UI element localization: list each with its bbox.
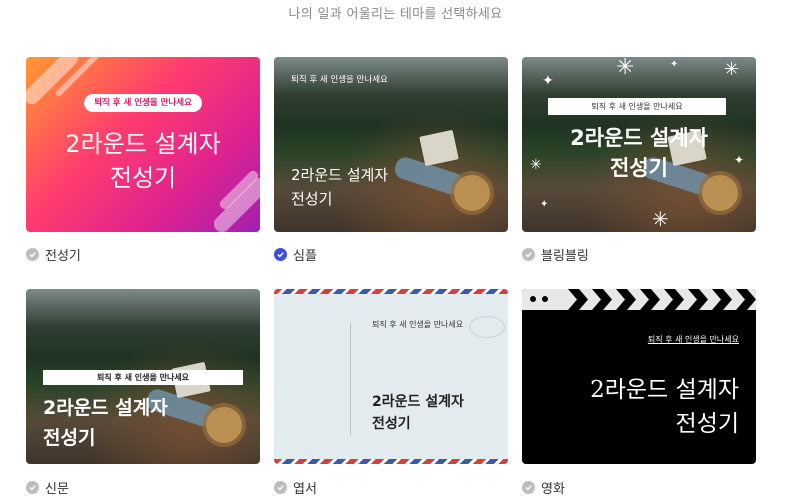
preview-title: 2라운드 설계자 전성기 [372, 394, 464, 432]
preview-title: 2라운드 설계자 전성기 [65, 130, 221, 192]
theme-card-jeonseonggi[interactable]: 퇴직 후 새 인생을 만나세요 2라운드 설계자 전성기 [26, 57, 260, 232]
check-icon [274, 480, 287, 494]
photo-hat [454, 175, 490, 211]
preview-title: 2라운드 설계자 전성기 [43, 397, 168, 449]
theme-name: 심플 [293, 248, 317, 264]
sparkle-icon: ✦ [670, 59, 679, 70]
check-icon [26, 480, 39, 494]
theme-name: 전성기 [45, 248, 81, 264]
photo-hat [206, 407, 242, 443]
tagline-band: 퇴직 후 새 인생을 만나세요 [43, 370, 243, 385]
preview-title: 2라운드 설계자 전성기 [570, 126, 708, 180]
airmail-border [274, 289, 508, 294]
postmark-icon [469, 316, 505, 338]
theme-option-movie[interactable]: 영화 [522, 478, 565, 497]
airmail-border [274, 459, 508, 464]
sparkle-icon: ✳ [652, 207, 669, 231]
tagline-text: 퇴직 후 새 인생을 만나세요 [291, 75, 388, 85]
sparkle-icon: ✳ [616, 57, 635, 80]
theme-option-newspaper[interactable]: 신문 [26, 478, 69, 497]
photo-book [419, 129, 459, 167]
tagline-pill: 퇴직 후 새 인생을 만나세요 [84, 94, 202, 112]
theme-option-jeonseonggi[interactable]: 전성기 [26, 245, 81, 264]
preview-title: 2라운드 설계자 전성기 [590, 377, 739, 437]
clapboard-icon [522, 289, 756, 310]
divider [350, 323, 351, 435]
theme-name: 블링블링 [541, 248, 589, 264]
check-icon [26, 247, 39, 261]
theme-card-postcard[interactable]: 퇴직 후 새 인생을 만나세요 2라운드 설계자 전성기 [274, 289, 508, 464]
sparkle-icon: ✦ [540, 199, 549, 210]
theme-name: 영화 [541, 481, 565, 497]
tagline-text: 퇴직 후 새 인생을 만나세요 [647, 335, 739, 344]
theme-card-simple[interactable]: 퇴직 후 새 인생을 만나세요 2라운드 설계자 전성기 [274, 57, 508, 232]
theme-name: 엽서 [293, 481, 317, 497]
tagline-text: 퇴직 후 새 인생을 만나세요 [372, 320, 464, 329]
sparkle-icon: ✳ [724, 59, 740, 80]
check-icon [522, 480, 535, 494]
sparkle-icon: ✦ [542, 73, 554, 89]
theme-name: 신문 [45, 481, 69, 497]
check-icon [274, 247, 287, 261]
preview-title: 2라운드 설계자 전성기 [291, 166, 389, 208]
theme-option-blingbling[interactable]: 블링블링 [522, 245, 589, 264]
theme-card-newspaper[interactable]: 퇴직 후 새 인생을 만나세요 2라운드 설계자 전성기 [26, 289, 260, 464]
tagline-banner: 퇴직 후 새 인생을 만나세요 [548, 98, 726, 115]
theme-card-blingbling[interactable]: ✳ ✳ ✦ ✦ ✳ ✦ ✳ ✦ 퇴직 후 새 인생을 만나세요 2라운드 설계자… [522, 57, 756, 232]
theme-card-movie[interactable]: 퇴직 후 새 인생을 만나세요 2라운드 설계자 전성기 [522, 289, 756, 464]
check-icon [522, 247, 535, 261]
theme-option-simple[interactable]: 심플 [274, 245, 317, 264]
page-subtitle: 나의 일과 어울리는 테마를 선택하세요 [288, 7, 503, 22]
theme-option-postcard[interactable]: 엽서 [274, 478, 317, 497]
